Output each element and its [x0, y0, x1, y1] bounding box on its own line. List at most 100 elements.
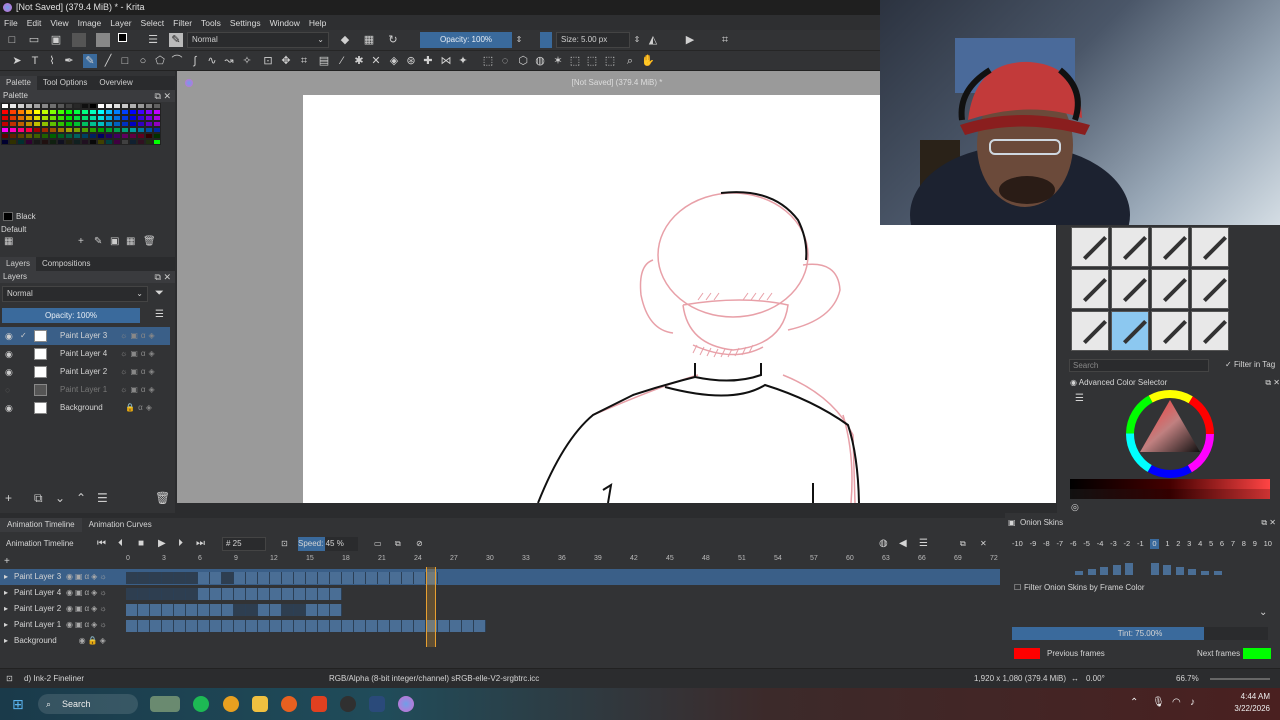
onion-frame-number[interactable]: -5: [1083, 539, 1090, 549]
keyframe-cell[interactable]: [402, 620, 414, 632]
move-down-icon[interactable]: ⌄: [55, 491, 65, 505]
tab-compositions[interactable]: Compositions: [36, 257, 96, 271]
open-document-icon[interactable]: ▭: [27, 33, 41, 47]
keyframe-cell[interactable]: [138, 604, 150, 616]
next-frame-icon[interactable]: ⏵: [178, 535, 183, 553]
layer-row[interactable]: ○ Paint Layer 1 ☼▣α◈: [0, 381, 170, 399]
tray-chevron-up-icon[interactable]: ⌃: [1130, 697, 1138, 708]
onion-frame-number[interactable]: 0: [1150, 539, 1159, 549]
alpha-lock-icon[interactable]: ▦: [362, 33, 376, 47]
brush-preset[interactable]: [1071, 311, 1109, 351]
track-property-icons[interactable]: ◉🔒◈: [66, 633, 108, 649]
keyframe-cell[interactable]: [414, 620, 426, 632]
keyframe-cell[interactable]: [186, 572, 198, 584]
layer-property-icons[interactable]: ☼▣α◈: [120, 363, 158, 381]
menu-image[interactable]: Image: [78, 18, 102, 28]
first-frame-icon[interactable]: ⏮: [97, 535, 106, 553]
onion-frame-number[interactable]: -2: [1124, 539, 1131, 549]
onion-opacity-bar[interactable]: [1175, 567, 1184, 575]
brush-presets-grid[interactable]: [1071, 227, 1231, 355]
move-up-icon[interactable]: ⌃: [76, 491, 86, 505]
brave-icon[interactable]: [311, 696, 327, 712]
keyframe-cell[interactable]: [330, 620, 342, 632]
keyframe-cell[interactable]: [234, 588, 246, 600]
tab-overview[interactable]: Overview: [93, 76, 138, 90]
palette-grid-icon[interactable]: ▦: [4, 236, 13, 247]
onion-opacity-bar[interactable]: [1200, 571, 1209, 575]
new-document-icon[interactable]: □: [5, 33, 19, 47]
keyframe-cell[interactable]: [306, 604, 318, 616]
brush-search-input[interactable]: Search: [1069, 359, 1209, 372]
keyframe-cell[interactable]: [258, 588, 270, 600]
calligraphy-icon[interactable]: ✒: [62, 54, 76, 68]
spin-arrows-icon[interactable]: ⇕: [630, 33, 644, 47]
chevron-down-icon[interactable]: ⌄: [1259, 607, 1267, 618]
brush-preset[interactable]: [1191, 269, 1229, 309]
keyframe-cell[interactable]: [210, 588, 222, 600]
keyframe-cell[interactable]: [306, 620, 318, 632]
layer-property-icons[interactable]: ☼▣α◈: [120, 381, 158, 399]
keyframe-cell[interactable]: [330, 572, 342, 584]
taskbar-search[interactable]: ⌕ Search: [38, 694, 138, 714]
onion-opacity-bar[interactable]: [1150, 563, 1159, 575]
keyframe-cell[interactable]: [282, 604, 294, 616]
track-property-icons[interactable]: ◉▣α◈☼: [66, 569, 109, 585]
keyframe-cell[interactable]: [222, 572, 234, 584]
menu-filter[interactable]: Filter: [173, 18, 192, 28]
keyframe-cell[interactable]: [126, 572, 138, 584]
tab-palette[interactable]: Palette: [0, 76, 37, 90]
krita-taskbar-icon[interactable]: [398, 696, 414, 712]
tab-tool-options[interactable]: Tool Options: [37, 76, 93, 90]
keyframe-cell[interactable]: [318, 620, 330, 632]
palette-swatch[interactable]: [65, 139, 73, 145]
palette-swatch[interactable]: [145, 139, 153, 145]
insert-keyframe-icon[interactable]: ▭: [374, 535, 382, 553]
delete-layer-icon[interactable]: 🗑: [155, 491, 170, 505]
onion-frame-number[interactable]: 1: [1165, 539, 1169, 549]
palette-swatch[interactable]: [33, 139, 41, 145]
keyframe-cell[interactable]: [150, 604, 162, 616]
onion-frame-number[interactable]: -4: [1097, 539, 1104, 549]
keyframe-cell[interactable]: [294, 604, 306, 616]
close-icon[interactable]: ⧉ ✕: [155, 90, 171, 102]
fps-icon[interactable]: ⊡: [281, 535, 288, 553]
onion-frame-number[interactable]: 5: [1209, 539, 1213, 549]
keyframe-cell[interactable]: [438, 620, 450, 632]
keyframe-cell[interactable]: [246, 604, 258, 616]
layer-opacity-slider[interactable]: Opacity: 100%: [2, 308, 140, 323]
bezier-select-icon[interactable]: ⬚: [585, 54, 599, 68]
microphone-icon[interactable]: 🎙: [1152, 697, 1165, 708]
spin-arrows-icon[interactable]: ⇕: [512, 33, 526, 47]
keyframe-cell[interactable]: [474, 620, 486, 632]
onion-frame-number[interactable]: 8: [1242, 539, 1246, 549]
freehand-select-icon[interactable]: ◍: [533, 54, 547, 68]
keyframe-cell[interactable]: [222, 620, 234, 632]
line-tool-icon[interactable]: ╱: [101, 54, 115, 68]
keyframe-cell[interactable]: [318, 588, 330, 600]
keyframe-cell[interactable]: [234, 572, 246, 584]
rectangle-tool-icon[interactable]: □: [118, 54, 132, 68]
keyframe-cell[interactable]: [414, 572, 426, 584]
layer-property-icons[interactable]: ☼▣α◈: [120, 327, 158, 345]
smart-patch-icon[interactable]: ✕: [369, 54, 383, 68]
track-keyframes[interactable]: [126, 588, 342, 600]
keyframe-cell[interactable]: [294, 588, 306, 600]
keyframe-cell[interactable]: [390, 572, 402, 584]
keyframe-cell[interactable]: [270, 620, 282, 632]
color-shade-bar-2[interactable]: [1070, 489, 1270, 499]
palette-layout-icon[interactable]: ▦: [126, 236, 135, 247]
bezier-tool-icon[interactable]: ∫: [188, 54, 202, 68]
track-row[interactable]: ▸ Paint Layer 1 ◉▣α◈☼: [0, 617, 1000, 633]
add-layer-icon[interactable]: +: [5, 491, 12, 505]
track-row[interactable]: ▸ Paint Layer 2 ◉▣α◈☼: [0, 601, 1000, 617]
close-icon[interactable]: ⧉ ✕: [1265, 377, 1280, 389]
keyframe-cell[interactable]: [258, 620, 270, 632]
onion-frame-number[interactable]: 9: [1253, 539, 1257, 549]
firefox-icon[interactable]: [281, 696, 297, 712]
keyframe-cell[interactable]: [270, 572, 282, 584]
zoom-value[interactable]: 66.7%: [1176, 669, 1199, 689]
palette-swatch[interactable]: [25, 139, 33, 145]
keyframe-cell[interactable]: [306, 572, 318, 584]
keyframe-cell[interactable]: [174, 588, 186, 600]
onion-opacity-bar[interactable]: [1100, 567, 1109, 575]
